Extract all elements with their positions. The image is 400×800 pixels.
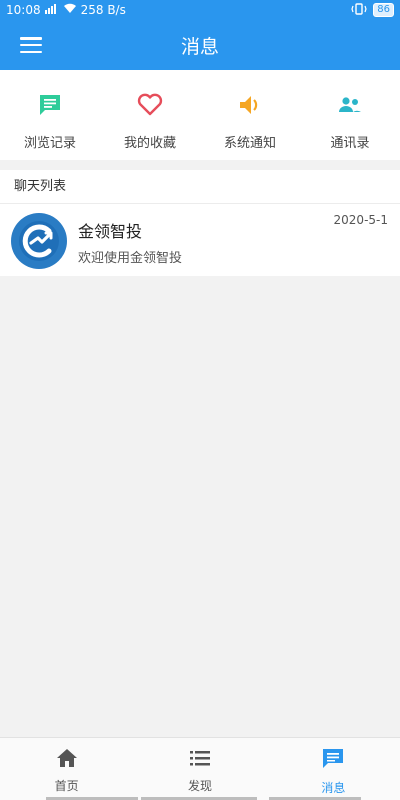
shortcut-contacts[interactable]: 通讯录 — [300, 70, 400, 160]
nav-messages[interactable]: 消息 — [267, 738, 400, 800]
menu-icon[interactable] — [20, 35, 42, 55]
brand-logo-icon — [19, 221, 59, 261]
network-speed: 258 B/s — [80, 3, 126, 17]
list-icon — [189, 748, 211, 772]
app-bar: 消息 — [0, 20, 400, 70]
bottom-nav: 首页 发现 消息 — [0, 737, 400, 800]
shortcut-system-notice[interactable]: 系统通知 — [200, 70, 300, 160]
avatar — [11, 213, 67, 269]
home-icon — [56, 748, 78, 772]
nav-home[interactable]: 首页 — [0, 738, 138, 800]
shortcut-label: 通讯录 — [330, 136, 370, 151]
shortcut-label: 系统通知 — [223, 136, 276, 151]
vibrate-icon — [351, 2, 367, 18]
shortcut-label: 浏览记录 — [23, 136, 76, 151]
status-bar: 10:08 258 B/s 86 — [0, 0, 400, 20]
chat-last-message: 欢迎使用金领智投 — [78, 251, 183, 266]
chat-date: 2020-5-1 — [333, 213, 388, 227]
status-time: 10:08 — [6, 3, 41, 17]
message-icon — [321, 748, 345, 774]
shortcut-favorites[interactable]: 我的收藏 — [100, 70, 200, 160]
speaker-icon — [237, 92, 263, 118]
page-title: 消息 — [180, 35, 219, 58]
contacts-icon — [337, 92, 363, 118]
chat-list-item[interactable]: 金领智投 欢迎使用金领智投 2020-5-1 — [0, 204, 400, 276]
shortcut-browse-history[interactable]: 浏览记录 — [0, 70, 100, 160]
signal-icon — [44, 3, 59, 17]
nav-label: 消息 — [321, 781, 346, 795]
chat-list: 聊天列表 金领智投 欢迎使用金领智投 2020-5-1 — [0, 170, 400, 276]
chat-name: 金领智投 — [78, 222, 143, 241]
heart-icon — [137, 92, 163, 118]
top-bar: 10:08 258 B/s 86 消息 — [0, 0, 400, 70]
battery-indicator: 86 — [373, 3, 394, 17]
chat-list-title: 聊天列表 — [0, 170, 400, 204]
chat-icon — [37, 92, 63, 118]
nav-label: 发现 — [187, 779, 212, 793]
wifi-icon — [63, 3, 77, 17]
shortcut-label: 我的收藏 — [123, 136, 176, 151]
nav-discover[interactable]: 发现 — [133, 738, 266, 800]
shortcut-bar: 浏览记录 我的收藏 系统通知 通讯录 — [0, 70, 400, 160]
nav-label: 首页 — [54, 779, 79, 793]
